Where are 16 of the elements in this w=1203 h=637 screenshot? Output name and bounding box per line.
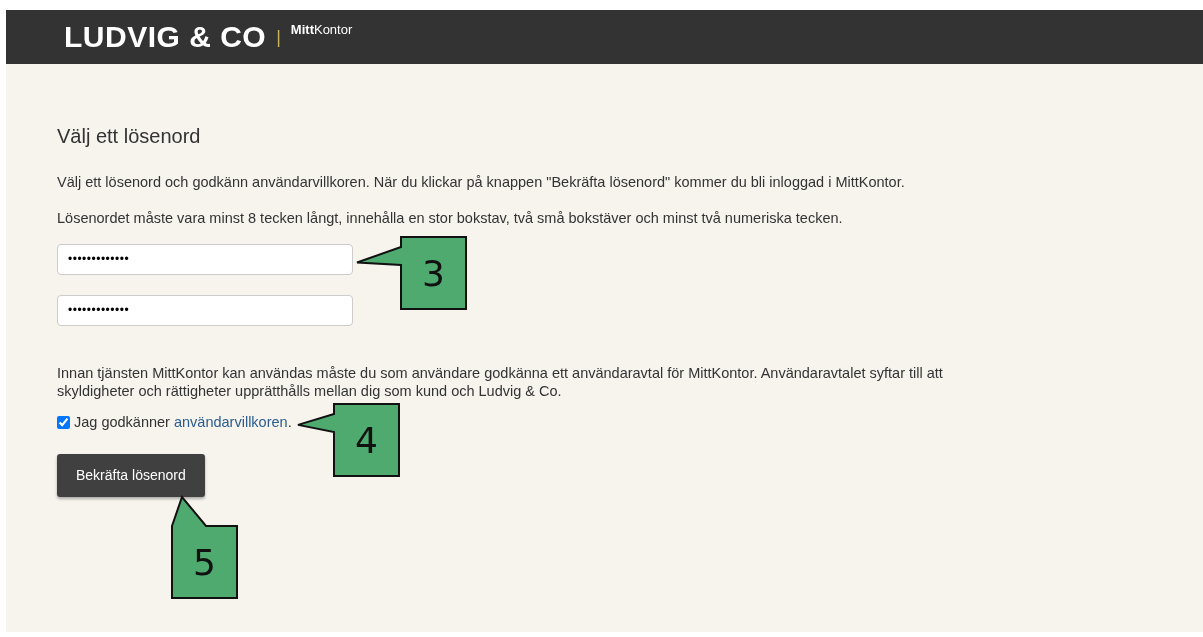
consent-label: Jag godkänner användarvillkoren. <box>74 412 292 432</box>
page-title: Välj ett lösenord <box>57 124 202 148</box>
terms-link[interactable]: användarvillkoren <box>173 413 288 430</box>
logo: LUDVIG & CO <box>64 22 267 52</box>
callout: 4 <box>296 402 400 477</box>
instruction-text: Lösenordet måste vara minst 8 tecken långt, innehålla en stor bokstav, två små bokstäver och minst två numeriska tecken. <box>57 208 844 228</box>
separator: | <box>276 25 281 49</box>
product-name: MittKontor <box>290 21 353 40</box>
password-field[interactable]: ••••••••••••• <box>57 243 353 275</box>
confirm-password-button[interactable]: Bekräfta lösenord <box>57 453 205 497</box>
callout: 5 <box>171 495 238 599</box>
consent-checkbox[interactable] <box>57 416 70 430</box>
instruction-text: Välj ett lösenord och godkänn användarvillkoren. När du klickar på knappen "Bekräfta lösenord" kommer du bli inloggad i MittKontor. <box>57 173 906 192</box>
agreement-text: Innan tjänsten MittKontor kan användas måste du som användare godkänna ett användaravtal för MittKontor. Användaravtalet syftar till att skyldigheter och rättigheter upprätthålls mellan dig som kund och Ludvig & Co. <box>57 363 944 400</box>
callout: 3 <box>356 235 467 310</box>
password-field[interactable]: ••••••••••••• <box>57 294 353 326</box>
